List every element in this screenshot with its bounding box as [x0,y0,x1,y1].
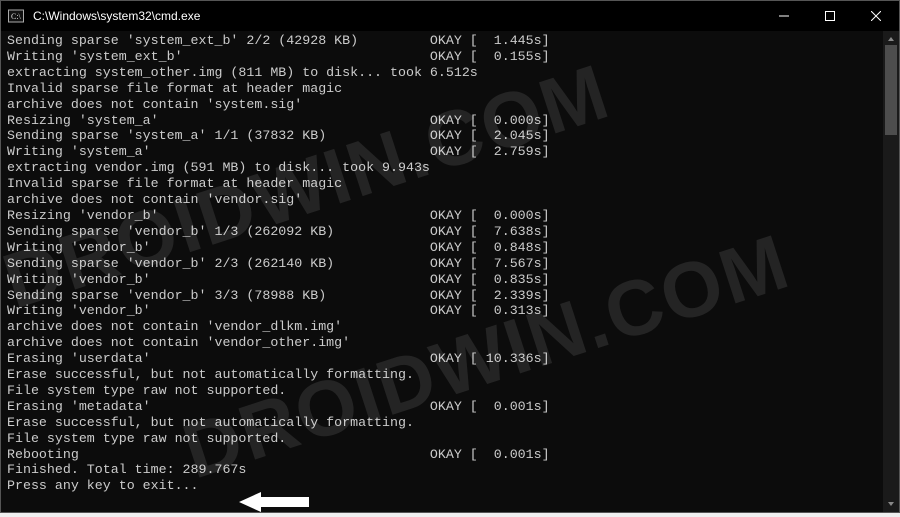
close-button[interactable] [853,1,899,31]
terminal-line: Sending sparse 'vendor_b' 2/3 (262140 KB… [7,256,895,272]
terminal-line: Erase successful, but not automatically … [7,415,895,431]
terminal-line: Writing 'system_ext_b' OKAY [ 0.155s] [7,49,895,65]
terminal-line: Erasing 'metadata' OKAY [ 0.001s] [7,399,895,415]
terminal-line: Sending sparse 'system_ext_b' 2/2 (42928… [7,33,895,49]
cmd-window: C:\ C:\Windows\system32\cmd.exe Sending … [0,0,900,513]
terminal-line: Resizing 'vendor_b' OKAY [ 0.000s] [7,208,895,224]
terminal-line: Sending sparse 'vendor_b' 3/3 (78988 KB)… [7,288,895,304]
terminal-line: File system type raw not supported. [7,431,895,447]
terminal-line: archive does not contain 'vendor_other.i… [7,335,895,351]
terminal-line: Writing 'vendor_b' OKAY [ 0.313s] [7,303,895,319]
terminal-line: Sending sparse 'system_a' 1/1 (37832 KB)… [7,128,895,144]
window-controls [761,1,899,31]
scroll-thumb[interactable] [885,45,897,135]
maximize-button[interactable] [807,1,853,31]
terminal-line: File system type raw not supported. [7,383,895,399]
terminal-line: Finished. Total time: 289.767s [7,462,895,478]
terminal-line: Writing 'system_a' OKAY [ 2.759s] [7,144,895,160]
svg-text:C:\: C:\ [11,12,22,21]
terminal-line: Invalid sparse file format at header mag… [7,176,895,192]
terminal-line: archive does not contain 'vendor.sig' [7,192,895,208]
terminal-line: archive does not contain 'vendor_dlkm.im… [7,319,895,335]
minimize-button[interactable] [761,1,807,31]
terminal-line: Resizing 'system_a' OKAY [ 0.000s] [7,113,895,129]
terminal-line: Rebooting OKAY [ 0.001s] [7,447,895,463]
terminal-line: extracting system_other.img (811 MB) to … [7,65,895,81]
terminal-line: Press any key to exit... [7,478,895,494]
terminal-output[interactable]: Sending sparse 'system_ext_b' 2/2 (42928… [1,31,899,512]
scrollbar[interactable] [883,31,899,512]
terminal-line: extracting vendor.img (591 MB) to disk..… [7,160,895,176]
window-title: C:\Windows\system32\cmd.exe [31,9,761,23]
terminal-line: archive does not contain 'system.sig' [7,97,895,113]
terminal-line: Erasing 'userdata' OKAY [ 10.336s] [7,351,895,367]
terminal-line: Writing 'vendor_b' OKAY [ 0.835s] [7,272,895,288]
terminal-line: Erase successful, but not automatically … [7,367,895,383]
terminal-line: Invalid sparse file format at header mag… [7,81,895,97]
titlebar[interactable]: C:\ C:\Windows\system32\cmd.exe [1,1,899,31]
cmd-icon: C:\ [1,8,31,24]
scroll-down-icon[interactable] [883,496,899,512]
terminal-line: Writing 'vendor_b' OKAY [ 0.848s] [7,240,895,256]
terminal-line: Sending sparse 'vendor_b' 1/3 (262092 KB… [7,224,895,240]
